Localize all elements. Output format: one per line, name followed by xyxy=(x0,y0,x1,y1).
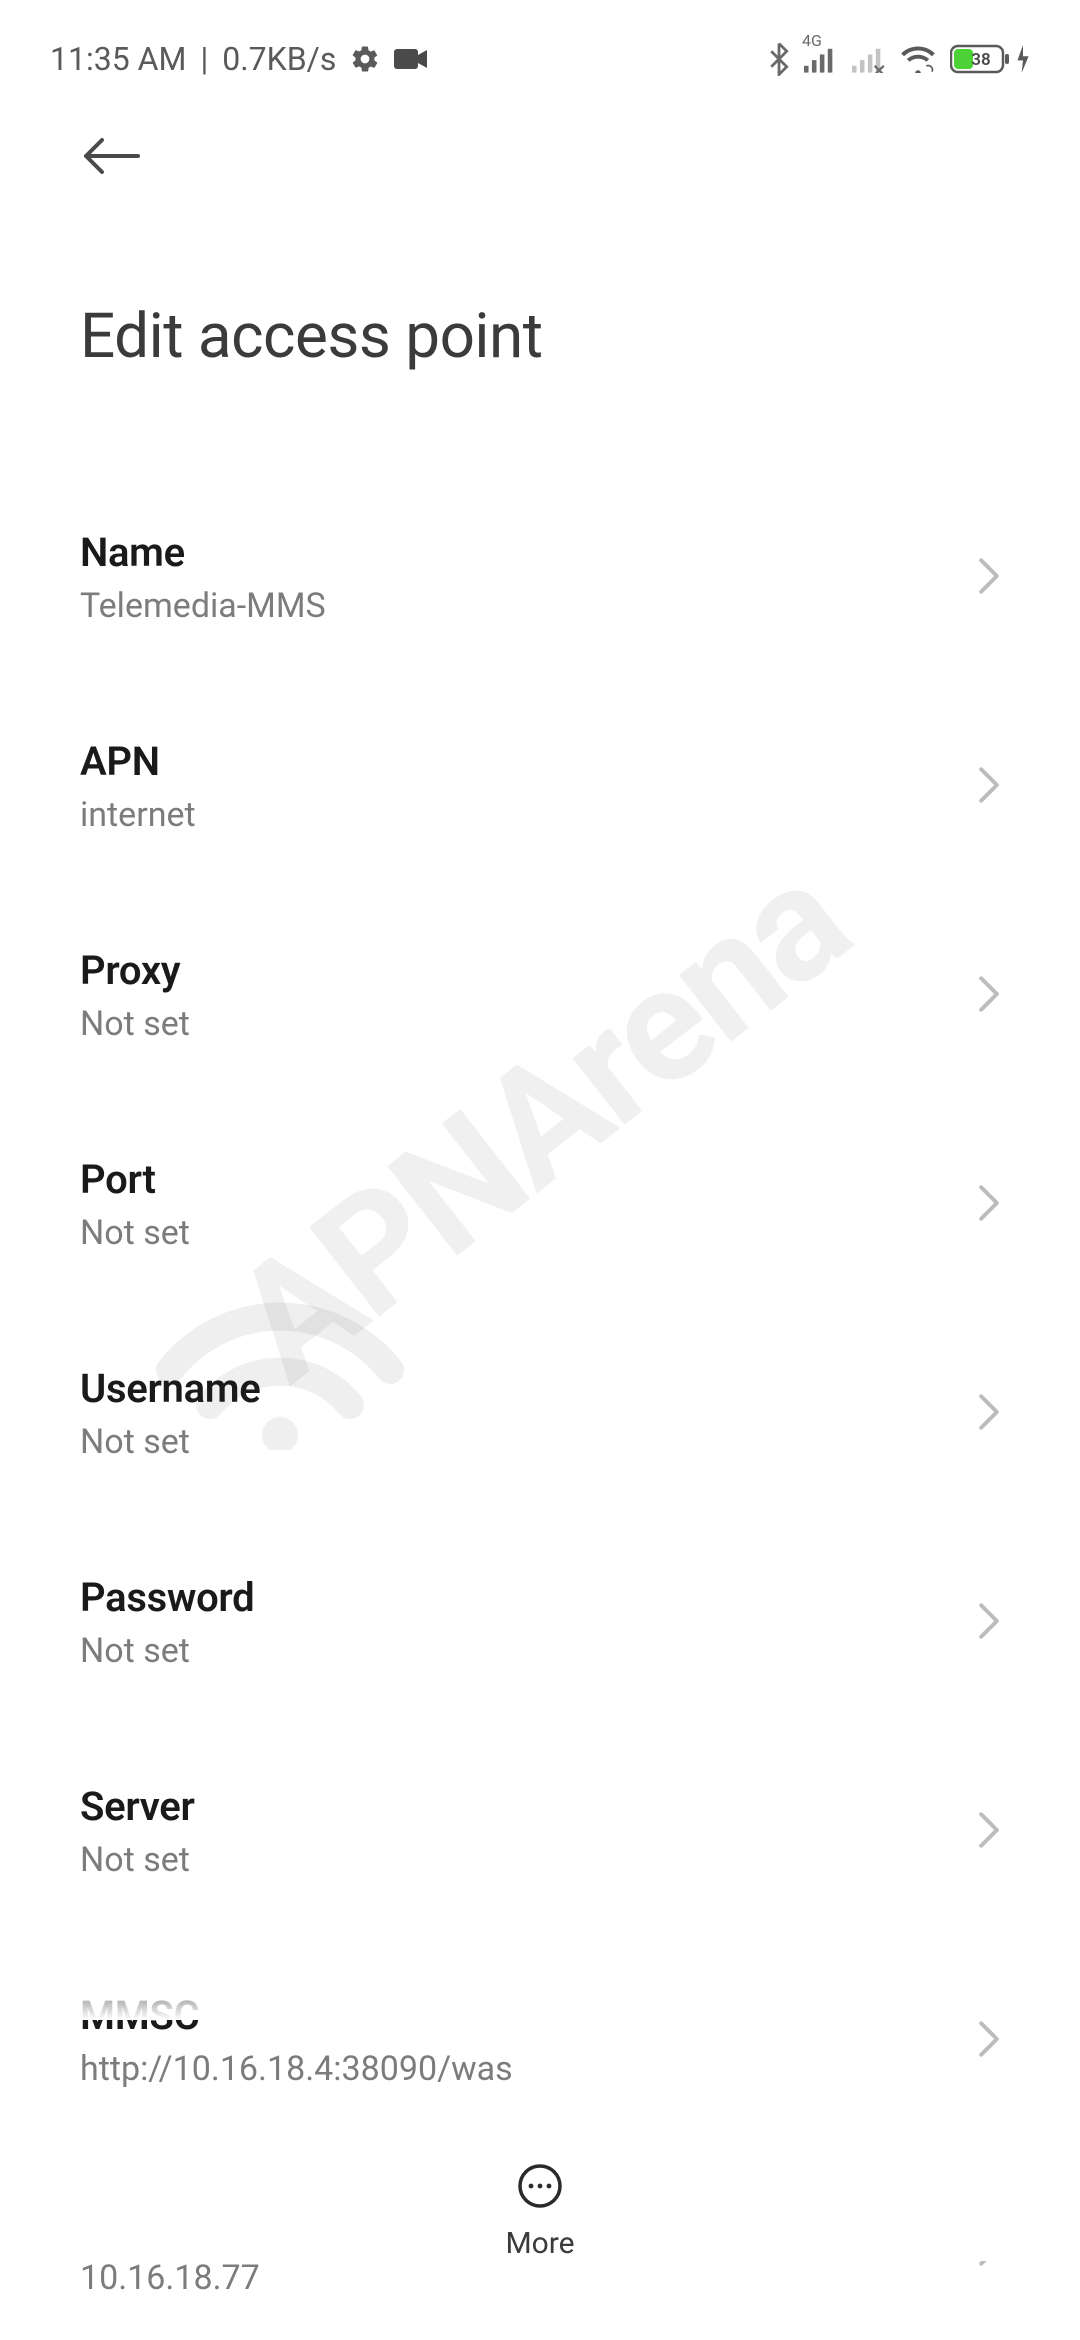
bluetooth-icon xyxy=(768,42,790,76)
setting-value: http://10.16.18.4:38090/was xyxy=(80,2049,513,2089)
chevron-right-icon xyxy=(978,1393,1000,1435)
setting-label: MMSC xyxy=(80,1992,513,2039)
setting-value: Not set xyxy=(80,1631,254,1671)
setting-value: Not set xyxy=(80,1840,195,1880)
more-icon xyxy=(516,2162,564,2214)
setting-label: Username xyxy=(80,1365,260,1412)
setting-value: Telemedia-MMS xyxy=(80,586,326,626)
more-button[interactable]: More xyxy=(505,2162,574,2261)
setting-value: 10.16.18.77 xyxy=(80,2258,280,2298)
setting-row-username[interactable]: Username Not set xyxy=(80,1309,1000,1518)
page-title: Edit access point xyxy=(80,300,1000,373)
back-arrow-icon xyxy=(80,136,142,176)
wifi-icon xyxy=(900,45,936,73)
setting-value: internet xyxy=(80,795,196,835)
setting-label: Port xyxy=(80,1156,190,1203)
settings-list: Name Telemedia-MMS APN internet Proxy No… xyxy=(0,383,1080,2308)
status-left: 11:35 AM | 0.7KB/s xyxy=(50,40,428,78)
setting-value: Not set xyxy=(80,1213,190,1253)
chevron-right-icon xyxy=(978,2020,1000,2062)
svg-text:38: 38 xyxy=(971,50,990,70)
setting-label: Password xyxy=(80,1574,254,1621)
gear-icon xyxy=(350,44,380,74)
bottom-actions: More xyxy=(0,2138,1080,2261)
chevron-right-icon xyxy=(978,1602,1000,1644)
status-separator: | xyxy=(200,40,208,78)
setting-row-server[interactable]: Server Not set xyxy=(80,1727,1000,1936)
setting-value: Not set xyxy=(80,1422,260,1462)
back-button[interactable] xyxy=(80,126,142,190)
signal-4g-icon: 4G xyxy=(804,45,838,73)
setting-row-name[interactable]: Name Telemedia-MMS xyxy=(80,493,1000,682)
chevron-right-icon xyxy=(978,975,1000,1017)
page-header: Edit access point xyxy=(0,90,1080,383)
battery-icon: 38 xyxy=(950,44,1030,74)
status-bar: 11:35 AM | 0.7KB/s 4G 38 xyxy=(0,0,1080,90)
camera-icon xyxy=(394,47,428,71)
status-time: 11:35 AM xyxy=(50,40,186,78)
signal-no-sim-icon xyxy=(852,45,886,73)
setting-label: Proxy xyxy=(80,947,190,994)
setting-label: Name xyxy=(80,529,326,576)
chevron-right-icon xyxy=(978,766,1000,808)
setting-row-proxy[interactable]: Proxy Not set xyxy=(80,891,1000,1100)
setting-row-apn[interactable]: APN internet xyxy=(80,682,1000,891)
more-label: More xyxy=(505,2226,574,2261)
setting-label: Server xyxy=(80,1783,195,1830)
chevron-right-icon xyxy=(978,557,1000,599)
setting-row-mmsc[interactable]: MMSC http://10.16.18.4:38090/was xyxy=(80,1936,1000,2145)
setting-row-password[interactable]: Password Not set xyxy=(80,1518,1000,1727)
setting-value: Not set xyxy=(80,1004,190,1044)
status-right: 4G 38 xyxy=(768,42,1030,76)
chevron-right-icon xyxy=(978,1184,1000,1226)
setting-row-port[interactable]: Port Not set xyxy=(80,1100,1000,1309)
status-data-rate: 0.7KB/s xyxy=(222,40,336,78)
setting-label: APN xyxy=(80,738,196,785)
chevron-right-icon xyxy=(978,1811,1000,1853)
